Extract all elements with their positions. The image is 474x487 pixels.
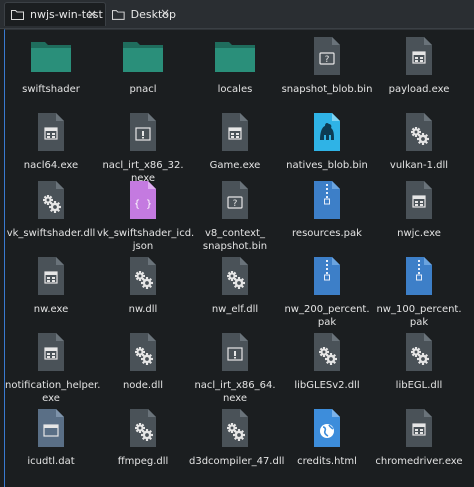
library-icon bbox=[281, 332, 373, 376]
file-name-label: nacl64.exe bbox=[23, 160, 79, 171]
svg-text:?: ? bbox=[325, 55, 330, 65]
executable-icon bbox=[373, 408, 465, 452]
file-name-label: icudtl.dat bbox=[27, 456, 75, 467]
file-name-label: nwjc.exe bbox=[397, 228, 441, 239]
file-name-label: d3dcompiler_47.dll bbox=[189, 456, 285, 467]
file-name-label: locales bbox=[217, 84, 253, 95]
folder-tab-icon bbox=[112, 9, 125, 20]
library-icon bbox=[5, 180, 97, 224]
folder-icon bbox=[189, 36, 281, 80]
archive-icon bbox=[373, 256, 465, 300]
library-icon bbox=[189, 256, 281, 300]
file-name-label: nw_200_percent. pak bbox=[284, 304, 370, 328]
file-icon-grid: swiftshader pnacl locales? snapshot_blob.bi… bbox=[4, 29, 474, 487]
file-name-label: pnacl bbox=[129, 84, 157, 95]
archive-icon bbox=[281, 180, 373, 224]
file-name-label: chromedriver.exe bbox=[375, 456, 463, 467]
nexe-file-icon bbox=[189, 332, 281, 376]
library-icon bbox=[97, 408, 189, 452]
file-name-label: nw.dll bbox=[128, 304, 158, 315]
json-file-icon: { } bbox=[97, 180, 189, 224]
library-icon bbox=[97, 332, 189, 376]
html-file-icon bbox=[281, 408, 373, 452]
file-name-label: libEGL.dll bbox=[395, 380, 443, 391]
executable-icon bbox=[189, 112, 281, 156]
file-name-label: libGLESv2.dll bbox=[294, 380, 360, 391]
file-name-label: nacl_irt_x86_64. nexe bbox=[194, 380, 276, 404]
close-tab-icon[interactable]: × bbox=[85, 7, 99, 21]
file-name-label: payload.exe bbox=[388, 84, 450, 95]
file-name-label: notification_helper. exe bbox=[5, 380, 101, 404]
library-icon bbox=[373, 332, 465, 376]
file-name-label: nw.exe bbox=[33, 304, 69, 315]
folder-tab-icon bbox=[11, 10, 24, 20]
executable-icon bbox=[5, 332, 97, 376]
svg-text:?: ? bbox=[233, 199, 238, 209]
file-name-label: v8_context_ snapshot.bin bbox=[202, 228, 268, 252]
archive-icon bbox=[281, 256, 373, 300]
executable-icon bbox=[5, 256, 97, 300]
tab-bar: nwjs-win-test × Desktop × bbox=[0, 0, 474, 29]
executable-icon bbox=[5, 112, 97, 156]
file-name-label: snapshot_blob.bin bbox=[281, 84, 373, 95]
perl-file-icon bbox=[281, 112, 373, 156]
nexe-file-icon bbox=[97, 112, 189, 156]
binary-file-icon: ? bbox=[281, 36, 373, 80]
svg-text:{ }: { } bbox=[134, 199, 152, 210]
file-name-label: vk_swiftshader_icd. json bbox=[97, 228, 195, 252]
data-file-icon bbox=[5, 408, 97, 452]
library-icon bbox=[97, 256, 189, 300]
folder-icon bbox=[97, 36, 189, 80]
tab-desktop[interactable]: Desktop × bbox=[106, 2, 176, 26]
tab-nwjs-win-test[interactable]: nwjs-win-test × bbox=[4, 2, 106, 26]
file-name-label: Game.exe bbox=[209, 160, 261, 171]
executable-icon bbox=[373, 36, 465, 80]
file-name-label: ffmpeg.dll bbox=[117, 456, 169, 467]
folder-icon bbox=[5, 36, 97, 80]
file-name-label: node.dll bbox=[122, 380, 164, 391]
library-icon bbox=[189, 408, 281, 452]
file-name-label: natives_blob.bin bbox=[286, 160, 368, 171]
close-tab-icon[interactable]: × bbox=[158, 6, 172, 20]
binary-file-icon: ? bbox=[189, 180, 281, 224]
file-name-label: nw_100_percent. pak bbox=[376, 304, 462, 328]
file-name-label: resources.pak bbox=[292, 228, 362, 239]
file-name-label: vk_swiftshader.dll bbox=[6, 228, 96, 239]
file-name-label: nw_elf.dll bbox=[211, 304, 259, 315]
file-name-label: credits.html bbox=[297, 456, 357, 467]
file-name-label: swiftshader bbox=[22, 84, 80, 95]
library-icon bbox=[373, 112, 465, 156]
executable-icon bbox=[373, 180, 465, 224]
file-name-label: vulkan-1.dll bbox=[389, 160, 449, 171]
